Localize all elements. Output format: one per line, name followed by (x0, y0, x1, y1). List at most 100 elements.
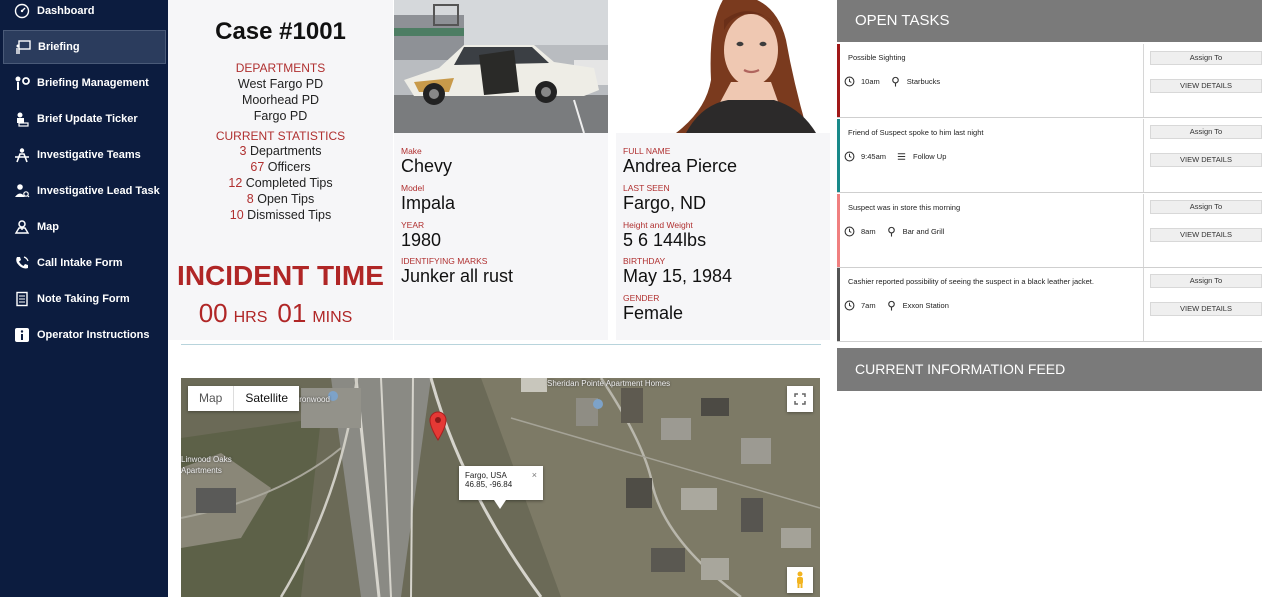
task-priority-bar (837, 194, 840, 267)
task-separator (1143, 268, 1144, 341)
sidebar-item-investigative-teams[interactable]: Investigative Teams (3, 138, 166, 172)
task-description: Suspect was in store this morning (848, 203, 961, 212)
pin-icon (891, 76, 899, 87)
map-icon (13, 218, 31, 236)
task-location: Bar and Grill (902, 227, 945, 236)
sidebar-item-briefing[interactable]: Briefing (3, 30, 166, 64)
task-item: Suspect was in store this morning 8am Ba… (837, 194, 1262, 268)
presentation-icon (14, 38, 32, 56)
stat-line: 8 Open Tips (246, 192, 315, 206)
info-window-tail (494, 500, 506, 509)
map-type-map-button[interactable]: Map (188, 386, 233, 411)
current-information-feed-header: CURRENT INFORMATION FEED (837, 348, 1262, 391)
vehicle-field-model: Model Impala (401, 183, 456, 213)
incident-minutes: 01 (277, 298, 307, 328)
sidebar-item-briefing-management[interactable]: Briefing Management (3, 66, 166, 100)
sidebar-item-operator-instructions[interactable]: Operator Instructions (3, 318, 166, 352)
view-details-button[interactable]: VIEW DETAILS (1150, 153, 1262, 167)
department-item: West Fargo PD (237, 77, 324, 91)
task-item: Friend of Suspect spoke to him last nigh… (837, 119, 1262, 193)
suspect-card: FULL NAME Andrea Pierce LAST SEEN Fargo,… (616, 0, 830, 340)
map-label: Ironwood (297, 395, 330, 404)
lead-task-icon (13, 182, 31, 200)
map-type-satellite-button[interactable]: Satellite (233, 386, 299, 411)
task-time: 9:45am (861, 152, 887, 161)
task-priority-bar (837, 119, 840, 192)
stat-line: 3 Departments (239, 144, 322, 158)
map-label: Linwood Oaks (181, 455, 232, 464)
street-view-button[interactable] (787, 567, 813, 593)
info-icon (13, 326, 31, 344)
pegman-icon (797, 571, 803, 588)
suspect-field-birthday: BIRTHDAY May 15, 1984 (623, 256, 733, 286)
vehicle-photo (394, 0, 608, 133)
stat-line: 12 Completed Tips (228, 176, 333, 190)
map-label: Sheridan Pointe Apartment Homes (547, 379, 671, 388)
assign-to-button[interactable]: Assign To (1150, 274, 1262, 288)
sidebar-item-label: Call Intake Form (37, 257, 123, 269)
hours-unit: HRS (233, 309, 268, 326)
stat-line: 10 Dismissed Tips (229, 208, 332, 222)
clock-icon (844, 226, 855, 237)
clock-icon (844, 151, 855, 162)
view-details-button[interactable]: VIEW DETAILS (1150, 228, 1262, 242)
assign-to-button[interactable]: Assign To (1150, 200, 1262, 214)
sidebar-item-note-taking-form[interactable]: Note Taking Form (3, 282, 166, 316)
sidebar-item-label: Dashboard (37, 5, 95, 17)
suspect-field-full-name: FULL NAME Andrea Pierce (623, 146, 738, 176)
incident-timer: 00 HRS 01 MINS (168, 298, 393, 329)
sidebar-item-map[interactable]: Map (3, 210, 166, 244)
info-window-title: Fargo, USA (465, 471, 507, 480)
sidebar-item-brief-update-ticker[interactable]: Brief Update Ticker (3, 102, 166, 136)
task-meta: 9:45am Follow Up (844, 151, 946, 162)
department-item: Fargo PD (253, 109, 308, 123)
vehicle-card: Make Chevy Model Impala YEAR 1980 IDENTI… (394, 0, 608, 340)
task-meta: 10am Starbucks (844, 76, 940, 87)
sidebar: Dashboard Briefing Briefing Management B… (0, 0, 168, 597)
phone-icon (13, 254, 31, 272)
section-divider (181, 344, 821, 345)
sidebar-item-label: Briefing (38, 41, 80, 53)
ticker-icon (13, 110, 31, 128)
assign-to-button[interactable]: Assign To (1150, 125, 1262, 139)
assign-to-button[interactable]: Assign To (1150, 51, 1262, 65)
task-separator (1143, 194, 1144, 267)
task-priority-bar (837, 44, 840, 117)
sidebar-item-label: Operator Instructions (37, 329, 150, 341)
task-description: Possible Sighting (848, 53, 906, 62)
vehicle-field-identifying-marks: IDENTIFYING MARKS Junker all rust (401, 256, 514, 286)
map-info-window: Fargo, USA 46.85, -96.84 × (459, 466, 543, 500)
dashboard-icon (13, 2, 31, 20)
close-icon[interactable]: × (532, 470, 537, 480)
vehicle-field-year: YEAR 1980 (401, 220, 442, 250)
teams-icon (13, 146, 31, 164)
sidebar-item-label: Note Taking Form (37, 293, 130, 305)
suspect-field-gender: GENDER Female (623, 293, 684, 323)
current-statistics-label: CURRENT STATISTICS (215, 129, 346, 143)
task-priority-bar (837, 268, 840, 341)
view-details-button[interactable]: VIEW DETAILS (1150, 79, 1262, 93)
sidebar-item-call-intake-form[interactable]: Call Intake Form (3, 246, 166, 280)
sidebar-item-dashboard[interactable]: Dashboard (3, 0, 166, 28)
info-window-coords: 46.85, -96.84 (465, 480, 513, 489)
suspect-field-height-weight: Height and Weight 5 6 144lbs (623, 220, 707, 250)
sidebar-item-label: Investigative Lead Task (37, 185, 160, 197)
view-details-button[interactable]: VIEW DETAILS (1150, 302, 1262, 316)
note-icon (13, 290, 31, 308)
sidebar-item-investigative-lead-task[interactable]: Investigative Lead Task (3, 174, 166, 208)
sidebar-item-label: Briefing Management (37, 77, 149, 89)
fullscreen-button[interactable] (787, 386, 813, 412)
suspect-photo (616, 0, 830, 133)
pin-icon (887, 226, 895, 237)
task-time: 10am (861, 77, 880, 86)
task-separator (1143, 119, 1144, 192)
suspect-field-last-seen: LAST SEEN Fargo, ND (623, 183, 707, 213)
open-tasks-header: OPEN TASKS (837, 0, 1262, 42)
case-summary-panel: Case #1001 DEPARTMENTS West Fargo PD Moo… (168, 0, 393, 340)
departments-label: DEPARTMENTS (235, 61, 326, 75)
department-item: Moorhead PD (241, 93, 320, 107)
map-pin-icon[interactable] (429, 411, 447, 441)
vehicle-field-make: Make Chevy (401, 146, 453, 176)
sidebar-item-label: Investigative Teams (37, 149, 141, 161)
task-location: Follow Up (913, 152, 947, 161)
